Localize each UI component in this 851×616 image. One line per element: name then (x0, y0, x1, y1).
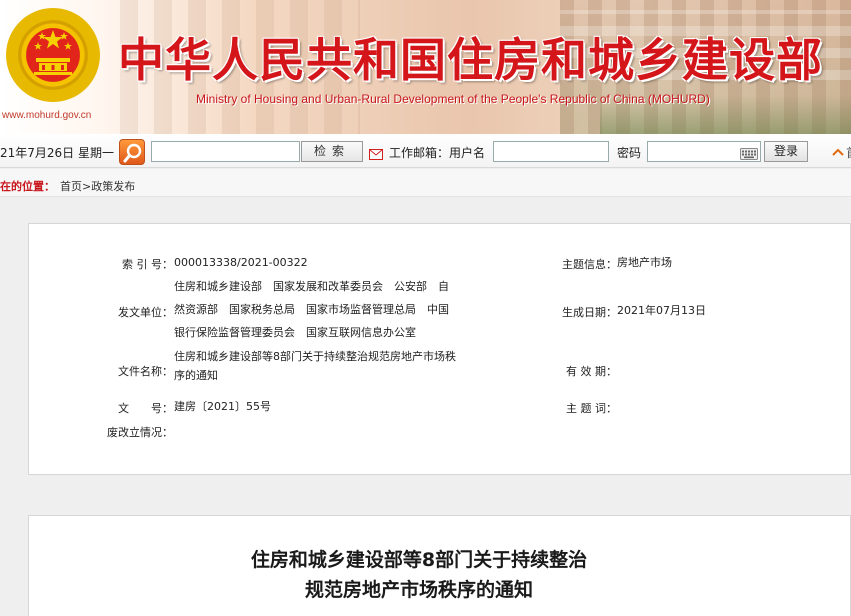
article-title-line: 住房和城乡建设部等8部门关于持续整治 (250, 549, 588, 571)
ministry-name-en: Ministry of Housing and Urban-Rural Deve… (196, 92, 710, 106)
document-name-value: 住房和城乡建设部等8部门关于持续整治规范房地产市场秩 序的通知 (174, 347, 494, 385)
password-label: 密码 (617, 146, 642, 160)
login-button[interactable]: 登录 (764, 141, 808, 162)
mailbox-username-label: 工作邮箱：用户名 (389, 146, 486, 160)
national-emblem-icon (6, 8, 100, 102)
topic-value: 房地产市场 (617, 256, 672, 269)
issuer-value: 住房和城乡建设部 国家发展和改革委员会 公安部 自 然资源部 国家税务总局 国家… (174, 275, 494, 344)
issuer-line: 住房和城乡建设部 国家发展和改革委员会 公安部 自 (174, 280, 449, 293)
article-content: 住房和城乡建设部等8部门关于持续整治 规范房地产市场秩序的通知 (28, 515, 851, 616)
issuer-line: 然资源部 国家税务总局 国家市场监督管理总局 中国 (174, 303, 449, 316)
document-name-label: 文件名称： (118, 365, 173, 378)
site-banner: www.mohurd.gov.cn 中华人民共和国住房和城乡建设部 Minist… (0, 0, 851, 134)
search-input[interactable] (151, 141, 300, 162)
document-number-label: 文 号： (118, 402, 173, 415)
document-name-line: 序的通知 (174, 369, 218, 382)
keywords-label: 主 题 词： (566, 402, 617, 415)
created-date-value: 2021年07月13日 (617, 304, 706, 317)
username-input[interactable] (493, 141, 609, 162)
search-button[interactable]: 检索 (301, 141, 363, 162)
breadcrumb: 在的位置： 首页>政策发布 (0, 169, 851, 197)
search-icon[interactable] (119, 139, 145, 165)
breadcrumb-label: 在的位置： (0, 180, 55, 193)
article-title: 住房和城乡建设部等8部门关于持续整治 规范房地产市场秩序的通知 (29, 545, 850, 605)
document-number-value: 建房〔2021〕55号 (174, 400, 271, 413)
keyboard-icon[interactable] (740, 145, 758, 164)
index-value: 000013338/2021-00322 (174, 256, 308, 269)
home-arrow-icon[interactable] (832, 144, 844, 163)
mail-icon (369, 145, 383, 164)
issuer-line: 银行保险监督管理委员会 国家互联网信息办公室 (174, 326, 416, 339)
document-name-line: 住房和城乡建设部等8部门关于持续整治规范房地产市场秩 (174, 350, 456, 363)
created-date-label: 生成日期： (562, 306, 617, 319)
breadcrumb-path[interactable]: 首页>政策发布 (60, 178, 135, 194)
document-metadata: 索 引 号： 000013338/2021-00322 主题信息： 房地产市场 … (28, 223, 851, 475)
topic-label: 主题信息： (562, 258, 617, 271)
current-date: 21年7月26日 星期一 (0, 146, 114, 160)
index-label: 索 引 号： (122, 258, 173, 271)
issuer-label: 发文单位： (118, 306, 173, 319)
validity-label: 有 效 期： (566, 365, 617, 378)
top-toolbar: 21年7月26日 星期一 检索 工作邮箱：用户名 密码 登录 首 (0, 134, 851, 168)
site-url[interactable]: www.mohurd.gov.cn (2, 110, 91, 121)
ministry-name-cn: 中华人民共和国住房和城乡建设部 (118, 33, 823, 87)
home-link[interactable]: 首 (846, 144, 851, 161)
article-title-line: 规范房地产市场秩序的通知 (304, 579, 533, 601)
status-label: 废改立情况： (107, 426, 173, 439)
